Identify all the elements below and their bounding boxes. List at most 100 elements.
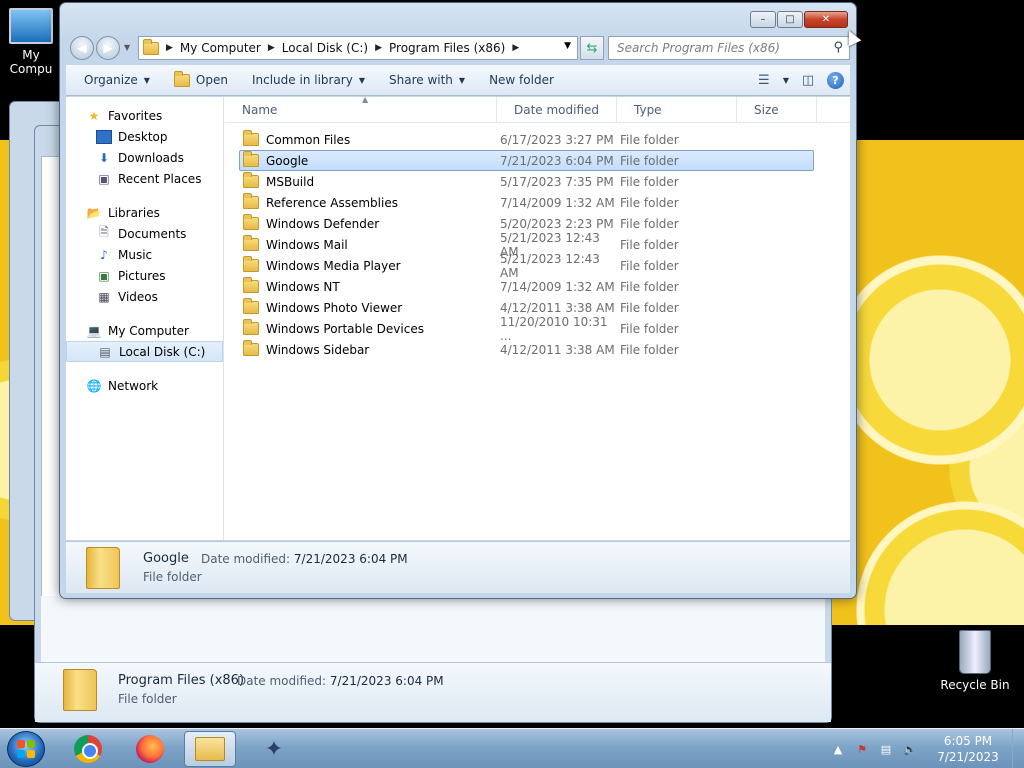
share-with-button[interactable]: Share with ▼ (383, 70, 471, 90)
preview-pane-icon[interactable]: ◫ (797, 69, 819, 91)
folder-icon (243, 151, 259, 167)
file-row[interactable]: Google 7/21/2023 6:04 PM File folder (239, 150, 814, 171)
include-in-library-button[interactable]: Include in library ▼ (246, 70, 371, 90)
view-chevron-down-icon[interactable]: ▼ (783, 76, 789, 85)
network-icon: 🌐 (86, 378, 102, 393)
details-type: File folder (118, 692, 177, 706)
file-row[interactable]: Common Files 6/17/2023 3:27 PM File folder (239, 129, 814, 150)
file-date-cell: 5/21/2023 12:43 AM (500, 251, 600, 280)
maximize-button[interactable]: □ (777, 11, 803, 28)
file-row[interactable]: Windows NT 7/14/2009 1:32 AM File folder (239, 276, 814, 297)
desktop: My Compu Recycle Bin Program Files (x86)… (0, 0, 1024, 728)
computer-icon (9, 8, 53, 44)
breadcrumb-arrow-icon[interactable]: ▶ (512, 43, 519, 53)
network-status-icon[interactable]: ▤ (877, 740, 895, 758)
nav-videos[interactable]: ▦ Videos (66, 286, 223, 307)
file-name-cell: Windows Mail (240, 235, 500, 252)
explorer-window[interactable]: – □ ✕ ◀ ▶ ▼ ▶ My Computer ▶ Local Disk (… (59, 2, 857, 599)
file-row[interactable]: MSBuild 5/17/2023 7:35 PM File folder (239, 171, 814, 192)
file-row[interactable]: Windows Sidebar 4/12/2011 3:38 AM File fol… (239, 339, 814, 360)
file-type-cell: File folder (620, 279, 679, 294)
recent-pages-chevron-icon[interactable]: ▼ (124, 43, 130, 52)
breadcrumb-local-disk[interactable]: Local Disk (C:) (282, 41, 368, 55)
hard-drive-icon: ▤ (99, 344, 111, 359)
nav-network[interactable]: 🌐 Network (66, 375, 223, 396)
file-type-cell: File folder (620, 195, 679, 210)
desktop-icon-recycle-bin[interactable]: Recycle Bin (938, 630, 1012, 692)
new-folder-button[interactable]: New folder (483, 70, 560, 90)
volume-muted-icon[interactable]: 🔈 (901, 740, 919, 758)
view-options-icon[interactable]: ☰ (753, 69, 775, 91)
desktop-icon (96, 129, 112, 144)
nav-favorites[interactable]: ★ Favorites (66, 105, 223, 126)
open-button[interactable]: Open (168, 70, 234, 90)
search-placeholder: Search Program Files (x86) (617, 41, 780, 55)
show-hidden-icons-icon[interactable]: ▲ (829, 740, 847, 758)
pictures-icon: ▣ (98, 268, 110, 283)
help-icon[interactable]: ? (827, 71, 844, 89)
organize-button[interactable]: Organize ▼ (78, 70, 156, 90)
breadcrumb-my-computer[interactable]: My Computer (180, 41, 261, 55)
nav-local-disk[interactable]: ▤ Local Disk (C:) (66, 341, 223, 362)
address-dropdown-icon[interactable]: ▼ (564, 41, 571, 51)
system-tray: ▲ ⚑ ▤ 🔈 6:05 PM 7/21/2023 (826, 729, 1024, 768)
documents-icon: 🗎 (99, 225, 109, 239)
folder-icon (86, 547, 120, 589)
nav-downloads[interactable]: ⬇ Downloads (66, 147, 223, 168)
nav-music[interactable]: ♪ Music (66, 244, 223, 265)
clock-date: 7/21/2023 (937, 750, 999, 764)
forward-button[interactable]: ▶ (96, 36, 120, 60)
refresh-button[interactable]: ⇆ (580, 36, 604, 60)
chevron-down-icon: ▼ (358, 75, 365, 85)
address-bar[interactable]: ▶ My Computer ▶ Local Disk (C:) ▶ Progra… (138, 36, 578, 60)
sort-arrow-icon: ▲ (362, 95, 369, 104)
column-type[interactable]: Type (617, 97, 737, 122)
clock[interactable]: 6:05 PM 7/21/2023 (930, 733, 1006, 765)
file-date-cell: 7/14/2009 1:32 AM (500, 195, 615, 210)
command-bar: Organize ▼ Open Include in library ▼ Share… (66, 65, 850, 96)
background-window-body (41, 596, 825, 662)
chevron-down-icon: ▼ (458, 75, 466, 85)
nav-recent-places[interactable]: ▣ Recent Places (66, 168, 223, 189)
taskbar-wizard-app[interactable]: ✦ (248, 731, 300, 767)
show-desktop-button[interactable] (1012, 729, 1024, 768)
file-row[interactable]: Windows Portable Devices 11/20/2010 10:31… (239, 315, 814, 343)
column-name[interactable]: Name (225, 97, 497, 122)
column-size[interactable]: Size (737, 97, 817, 122)
minimize-button[interactable]: – (750, 11, 776, 28)
nav-desktop[interactable]: Desktop (66, 126, 223, 147)
taskbar-firefox[interactable] (124, 731, 176, 767)
breadcrumb-arrow-icon[interactable]: ▶ (166, 43, 173, 53)
file-date-cell: 4/12/2011 3:38 AM (500, 342, 615, 357)
file-row[interactable]: Windows Media Player 5/21/2023 12:43 AM Fi… (239, 252, 814, 280)
folder-icon (243, 172, 259, 188)
folder-icon (243, 340, 259, 356)
taskbar-chrome[interactable] (62, 731, 114, 767)
column-date-modified[interactable]: Date modified (497, 97, 617, 122)
nav-my-computer[interactable]: 💻 My Computer (66, 320, 223, 341)
close-button[interactable]: ✕ (804, 11, 848, 28)
search-icon[interactable]: ⚲ (833, 40, 843, 55)
details-name: Google (143, 551, 189, 566)
desktop-icon-label: Recycle Bin (940, 678, 1010, 692)
breadcrumb-program-files-x86[interactable]: Program Files (x86) (389, 41, 505, 55)
file-type-cell: File folder (620, 237, 679, 252)
file-row[interactable]: Reference Assemblies 7/14/2009 1:32 AM Fil… (239, 192, 814, 213)
search-input[interactable]: Search Program Files (x86) ⚲ (608, 36, 850, 60)
nav-pictures[interactable]: ▣ Pictures (66, 265, 223, 286)
file-date-cell: 7/21/2023 6:04 PM (500, 153, 614, 168)
taskbar: ✦ ▲ ⚑ ▤ 🔈 6:05 PM 7/21/2023 (0, 728, 1024, 768)
action-center-icon[interactable]: ⚑ (853, 740, 871, 758)
folder-icon (243, 235, 259, 251)
start-button[interactable] (7, 731, 45, 767)
file-type-cell: File folder (620, 321, 679, 336)
desktop-icon-my-computer[interactable]: My Compu (0, 8, 62, 76)
taskbar-explorer[interactable] (184, 731, 236, 767)
breadcrumb-arrow-icon[interactable]: ▶ (268, 43, 275, 53)
nav-libraries[interactable]: 📂 Libraries (66, 202, 223, 223)
computer-icon: 💻 (86, 323, 102, 338)
breadcrumb-arrow-icon[interactable]: ▶ (375, 43, 382, 53)
libraries-icon: 📂 (86, 205, 102, 220)
back-button[interactable]: ◀ (70, 36, 94, 60)
nav-documents[interactable]: 🗎 Documents (66, 223, 223, 244)
